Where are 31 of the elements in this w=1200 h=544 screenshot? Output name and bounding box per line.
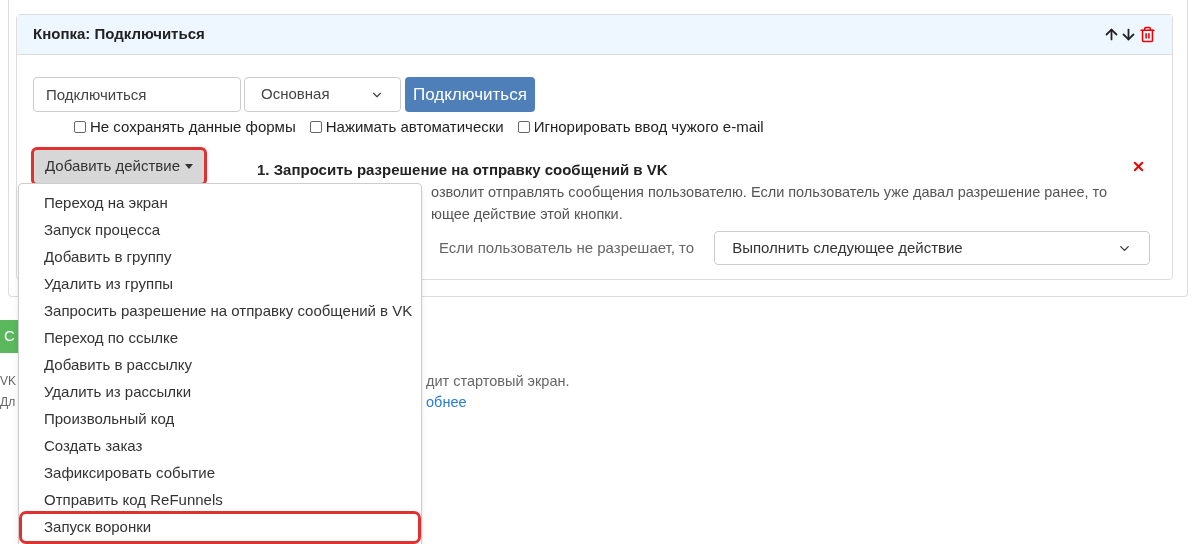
menu-item[interactable]: Удалить из группы: [22, 271, 418, 298]
menu-item[interactable]: Добавить в рассылку: [22, 352, 418, 379]
menu-item[interactable]: Запуск процесса: [22, 217, 418, 244]
menu-item[interactable]: Зафиксировать событие: [22, 460, 418, 487]
panel-title: Кнопка: Подключиться: [33, 24, 205, 45]
menu-item[interactable]: Отправить код ReFunnels: [22, 487, 418, 514]
menu-item[interactable]: Переход на экран: [22, 190, 418, 217]
option-checkbox[interactable]: Нажимать автоматически: [309, 116, 504, 139]
action-description: ющее действие этой кнопки.: [431, 206, 623, 222]
info-text: дит стартовый экран.: [426, 372, 570, 391]
option-checkbox[interactable]: Не сохранять данные формы: [74, 116, 296, 139]
style-select[interactable]: Основная: [244, 77, 401, 112]
button-text-field[interactable]: Подключиться: [33, 77, 241, 112]
info-text: Дл: [0, 394, 16, 411]
option-checkbox[interactable]: Игнорировать ввод чужого e-mail: [517, 116, 764, 139]
info-text: VK: [0, 373, 16, 390]
delete-icon[interactable]: [1139, 26, 1156, 43]
menu-item[interactable]: Создать заказ: [22, 433, 418, 460]
deny-select[interactable]: Выполнить следующее действие: [714, 231, 1150, 265]
action-description: озволит отправлять сообщения пользователю. Если пользователь уже давал разрешение ранее, то: [431, 184, 1108, 200]
menu-item[interactable]: Запуск воронки: [22, 514, 418, 541]
more-link[interactable]: обнее: [426, 394, 467, 410]
menu-item[interactable]: Переход по ссылке: [22, 325, 418, 352]
add-action-button[interactable]: Добавить действие: [33, 148, 205, 184]
menu-item[interactable]: Добавить в группу: [22, 244, 418, 271]
menu-item[interactable]: Произвольный код: [22, 406, 418, 433]
preview-button[interactable]: Подключиться: [405, 77, 535, 112]
action-title: 1. Запросить разрешение на отправку сообщений в VK: [257, 159, 668, 180]
menu-item[interactable]: Запросить разрешение на отправку сообщений в VK: [22, 298, 418, 325]
deny-label: Если пользователь не разрешает, то: [439, 237, 695, 258]
menu-item[interactable]: Удалить из рассылки: [22, 379, 418, 406]
